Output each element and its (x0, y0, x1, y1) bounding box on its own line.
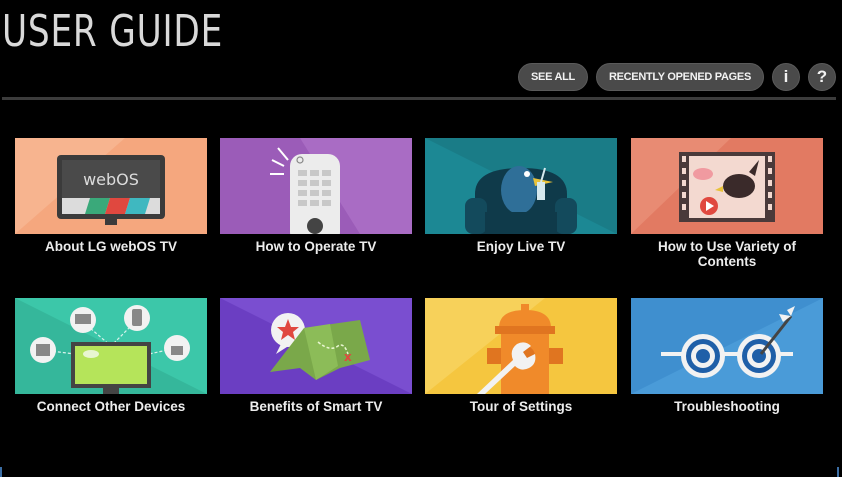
target-glasses-icon (631, 298, 823, 394)
help-button[interactable]: ? (808, 63, 836, 91)
see-all-button[interactable]: SEE ALL (518, 63, 588, 91)
corner-marker-right (834, 467, 839, 477)
toolbar: SEE ALL RECENTLY OPENED PAGES i ? (518, 63, 836, 91)
connected-devices-icon (15, 298, 207, 394)
webos-tv-icon: webOS (15, 138, 207, 234)
tile-label: Troubleshooting (674, 399, 780, 414)
remote-control-icon (220, 138, 412, 234)
tile-label: Benefits of Smart TV (249, 399, 383, 414)
header-divider (2, 97, 836, 100)
tile-live-tv[interactable]: Enjoy Live TV (425, 138, 617, 254)
tile-smart-tv-benefits[interactable]: x Benefits of Smart TV (220, 298, 412, 414)
info-button[interactable]: i (772, 63, 800, 91)
tile-label: How to Operate TV (255, 239, 377, 254)
tile-connect-devices[interactable]: Connect Other Devices (15, 298, 207, 414)
svg-text:x: x (344, 350, 352, 364)
recently-opened-pages-button[interactable]: RECENTLY OPENED PAGES (595, 63, 764, 91)
bird-on-couch-icon (425, 138, 617, 234)
guide-grid: webOS About LG webOS TV How to Operate T… (15, 138, 823, 438)
tile-label: How to Use Variety of Contents (657, 239, 797, 269)
film-strip-bird-icon (631, 138, 823, 234)
tile-tour-settings[interactable]: Tour of Settings (425, 298, 617, 414)
tile-troubleshooting[interactable]: Troubleshooting (631, 298, 823, 414)
tile-label: About LG webOS TV (45, 239, 177, 254)
treasure-map-icon: x (220, 298, 412, 394)
corner-marker-left (0, 467, 5, 477)
tile-about-webos[interactable]: webOS About LG webOS TV (15, 138, 207, 254)
page-title: USER GUIDE (2, 6, 224, 57)
webos-screen-text: webOS (83, 170, 139, 189)
tile-label: Tour of Settings (469, 399, 573, 414)
tile-variety-contents[interactable]: How to Use Variety of Contents (631, 138, 823, 269)
tile-label: Connect Other Devices (36, 399, 186, 414)
tile-operate-tv[interactable]: How to Operate TV (220, 138, 412, 254)
hydrant-wrench-icon (425, 298, 617, 394)
tile-label: Enjoy Live TV (476, 239, 566, 254)
